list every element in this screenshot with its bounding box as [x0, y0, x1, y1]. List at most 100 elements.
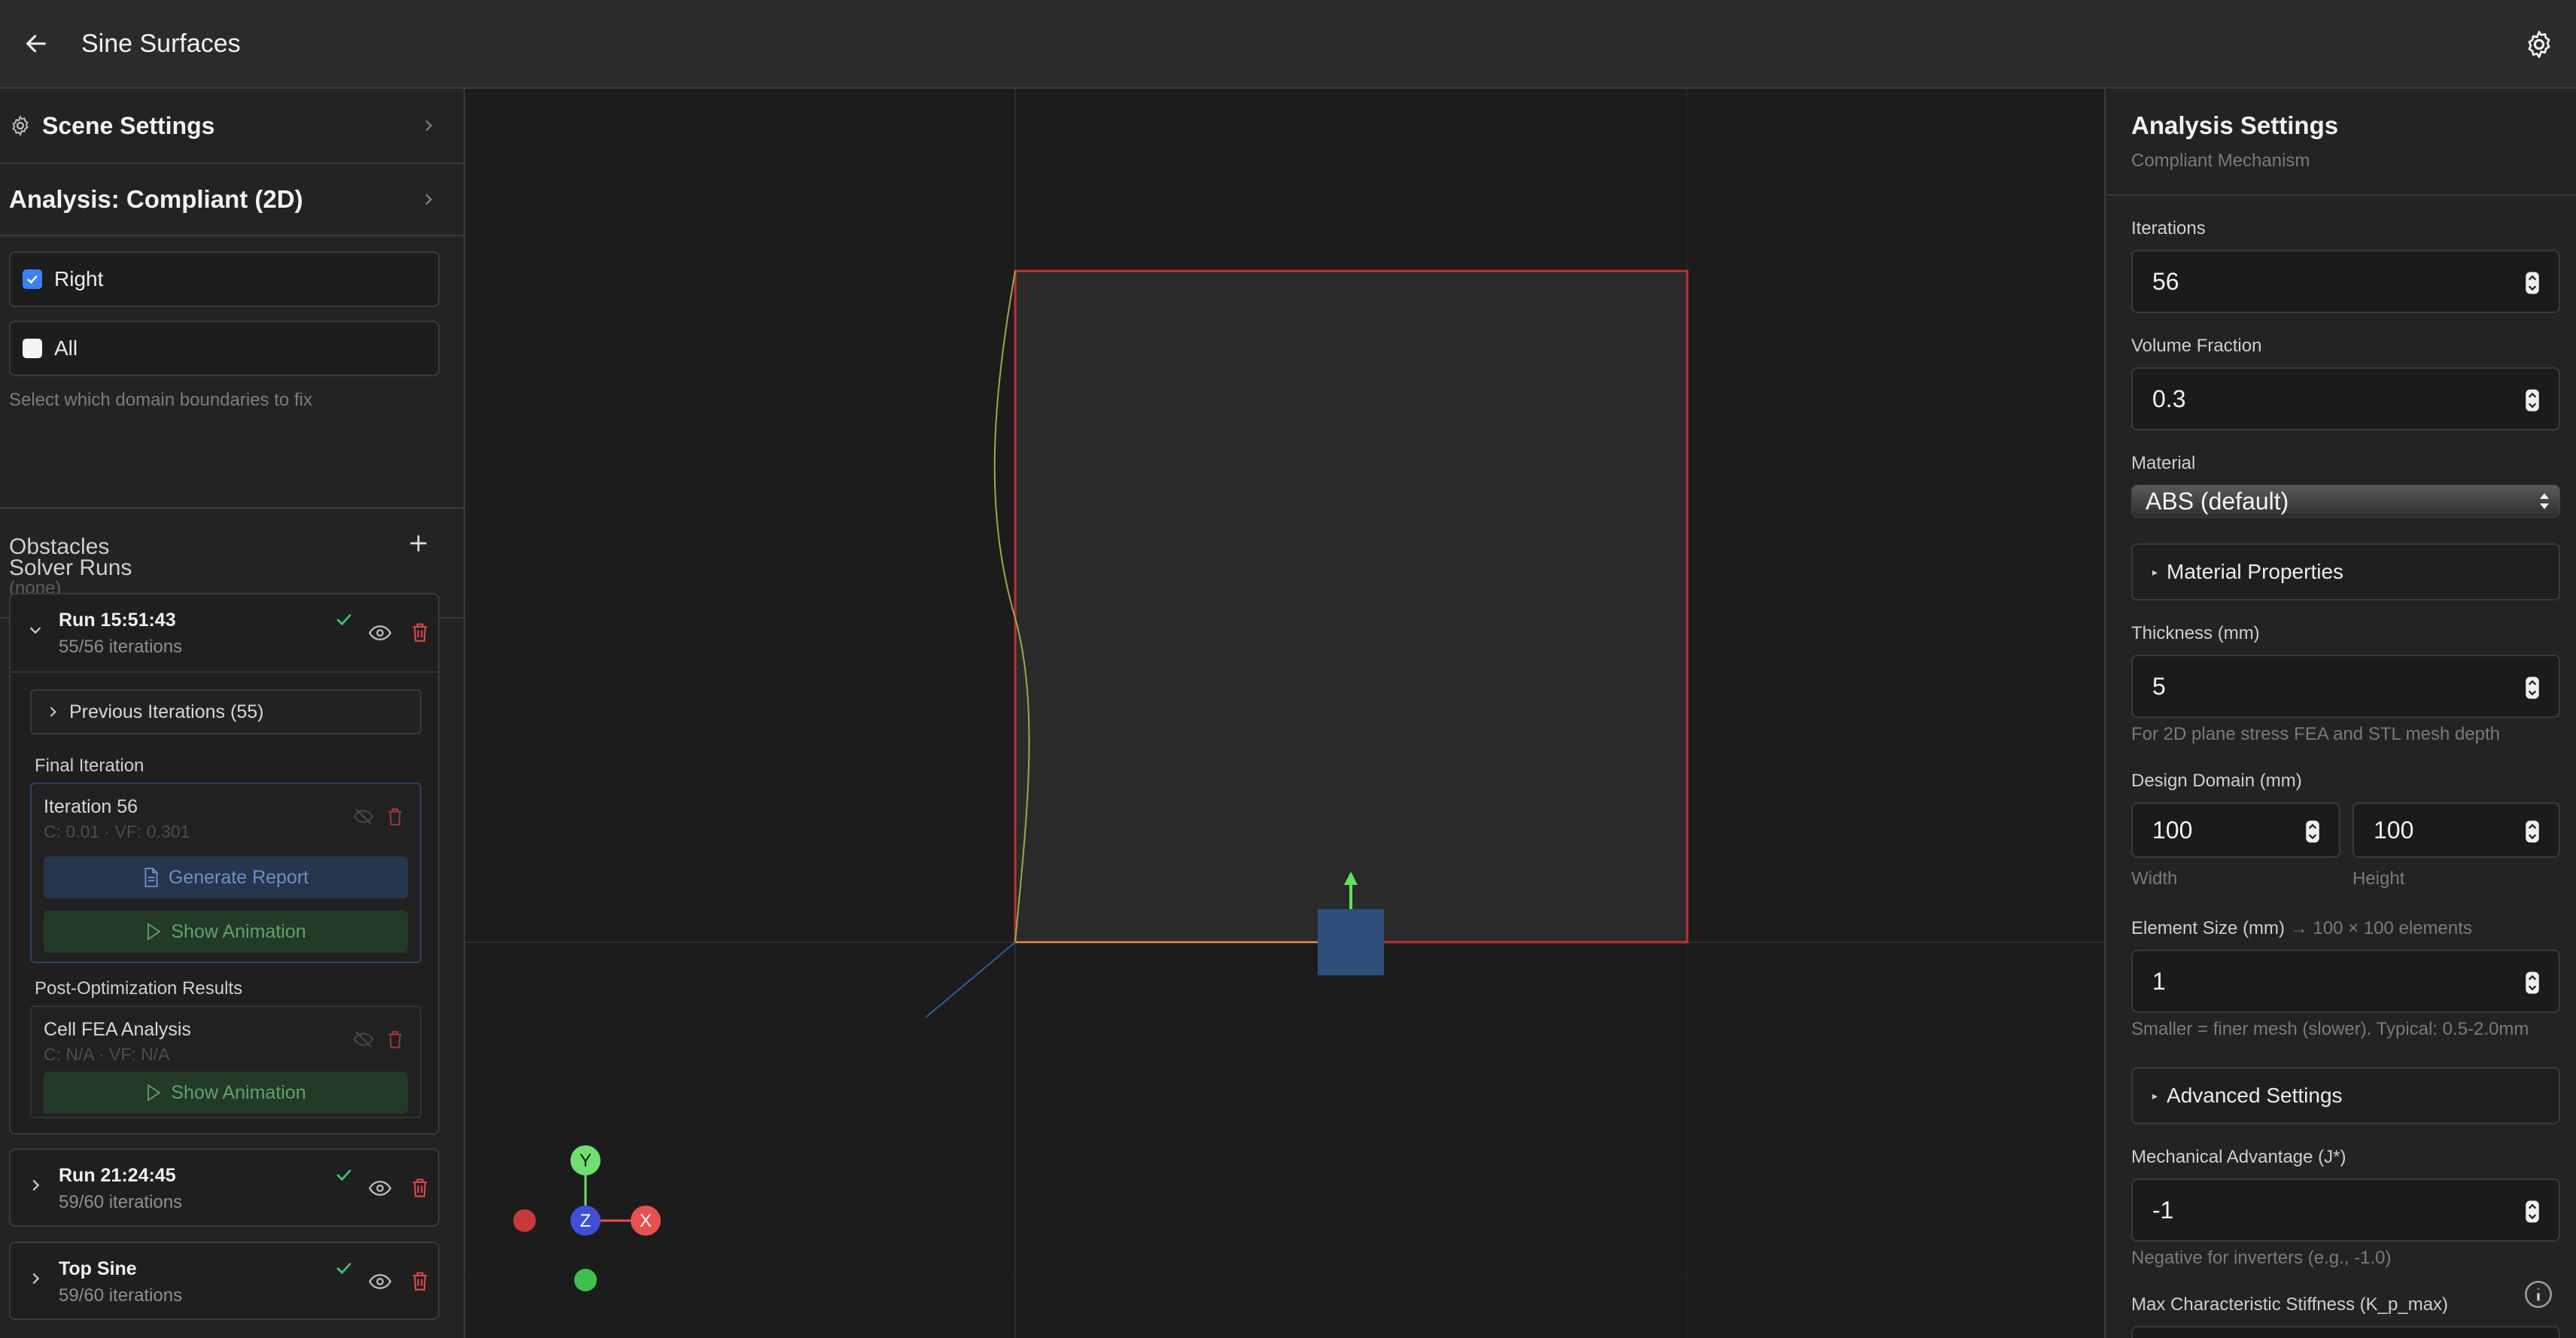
trash-icon[interactable]: [411, 622, 429, 643]
height-value: 100: [2374, 816, 2414, 844]
element-count-note: → 100 × 100 elements: [2289, 918, 2472, 938]
thickness-hint: For 2D plane stress FEA and STL mesh dep…: [2131, 724, 2501, 744]
gear-icon: [12, 114, 29, 137]
disclosure-triangle-icon: ▸: [2152, 565, 2158, 578]
info-icon[interactable]: [2523, 1279, 2553, 1309]
post-result-card[interactable]: Cell FEA Analysis C: N/A · VF: N/A Show …: [30, 1005, 421, 1118]
trash-icon[interactable]: [411, 1270, 429, 1291]
app-title: Sine Surfaces: [81, 29, 241, 58]
eye-off-icon[interactable]: [354, 1031, 373, 1048]
stepper-icon[interactable]: [2524, 820, 2541, 844]
checkbox-checked-icon: [23, 269, 42, 289]
add-obstacle-button[interactable]: [406, 531, 430, 555]
load-block[interactable]: [1318, 909, 1384, 975]
generate-report-button[interactable]: Generate Report: [44, 856, 408, 899]
mechanical-advantage-value: -1: [2152, 1196, 2174, 1224]
material-value: ABS (default): [2146, 487, 2289, 515]
run-iterations: 59/60 iterations: [59, 1192, 183, 1212]
material-label: Material: [2131, 453, 2196, 473]
material-select[interactable]: ABS (default): [2131, 485, 2560, 518]
chevron-right-icon: [425, 193, 433, 205]
scene-canvas[interactable]: Y X Z: [465, 89, 2104, 1338]
chevron-right-icon[interactable]: [27, 1177, 44, 1194]
axis-gizmo[interactable]: Y X Z: [513, 1145, 661, 1291]
material-properties-toggle[interactable]: ▸ Material Properties: [2131, 543, 2560, 601]
advanced-settings-label: Advanced Settings: [2167, 1084, 2343, 1107]
stepper-icon[interactable]: [2524, 271, 2541, 295]
post-optimization-label: Post-Optimization Results: [35, 978, 243, 999]
eye-icon[interactable]: [369, 1272, 391, 1291]
trash-icon[interactable]: [387, 807, 403, 826]
solver-run-card[interactable]: Run 21:24:45 59/60 iterations: [9, 1148, 439, 1227]
gizmo-neg-x[interactable]: [513, 1209, 536, 1232]
eye-icon[interactable]: [369, 623, 391, 643]
eye-off-icon[interactable]: [354, 808, 373, 825]
top-bar: Sine Surfaces: [0, 0, 2576, 89]
iterations-input[interactable]: 56: [2131, 250, 2560, 313]
trash-icon[interactable]: [411, 1177, 429, 1198]
stepper-icon[interactable]: [2524, 388, 2541, 412]
max-stiffness-input[interactable]: [2131, 1326, 2560, 1338]
stepper-icon[interactable]: [2304, 820, 2321, 844]
gizmo-z-label: Z: [580, 1211, 592, 1231]
run-name: Run 15:51:43: [59, 610, 176, 631]
run-name: Run 21:24:45: [59, 1165, 176, 1186]
stepper-icon[interactable]: [2524, 676, 2541, 700]
panel-title: Analysis Settings: [2131, 111, 2339, 139]
element-size-input[interactable]: 1: [2131, 950, 2560, 1013]
scene-settings-header[interactable]: Scene Settings: [0, 89, 464, 164]
panel-subtitle: Compliant Mechanism: [2131, 151, 2310, 171]
volume-fraction-label: Volume Fraction: [2131, 336, 2262, 356]
trash-icon[interactable]: [387, 1029, 403, 1049]
gear-icon: [2528, 30, 2550, 59]
scene-settings-label: Scene Settings: [42, 111, 215, 139]
volume-fraction-value: 0.3: [2152, 385, 2186, 412]
arrow-left-icon: [26, 35, 46, 53]
final-iteration-card[interactable]: Iteration 56 C: 0.01 · VF: 0.301 Generat…: [30, 783, 421, 963]
boundary-all-checkbox[interactable]: All: [9, 321, 439, 376]
play-icon: [148, 1084, 161, 1102]
previous-iterations-toggle[interactable]: Previous Iterations (55): [30, 689, 421, 734]
stepper-icon[interactable]: [2524, 1200, 2541, 1224]
show-animation-button[interactable]: Show Animation: [44, 911, 408, 953]
run-iterations: 55/56 iterations: [59, 637, 183, 657]
play-icon: [148, 923, 161, 941]
show-animation-label: Show Animation: [171, 1081, 306, 1103]
analysis-label: Analysis: Compliant (2D): [9, 185, 303, 213]
height-input[interactable]: 100: [2352, 802, 2560, 858]
width-label: Width: [2131, 868, 2178, 889]
material-properties-label: Material Properties: [2167, 560, 2344, 583]
chevron-down-icon[interactable]: [27, 622, 44, 638]
gizmo-y-label: Y: [579, 1151, 592, 1171]
analysis-header[interactable]: Analysis: Compliant (2D): [0, 164, 464, 236]
boundary-right-checkbox[interactable]: Right: [9, 251, 439, 307]
mechanical-advantage-input[interactable]: -1: [2131, 1178, 2560, 1242]
back-button[interactable]: [21, 29, 51, 59]
chevron-right-icon: [50, 707, 56, 717]
advanced-settings-toggle[interactable]: ▸ Advanced Settings: [2131, 1067, 2560, 1124]
element-size-hint: Smaller = finer mesh (slower). Typical: …: [2131, 1019, 2529, 1039]
show-animation-label: Show Animation: [171, 920, 306, 942]
element-size-value: 1: [2152, 967, 2166, 995]
width-input[interactable]: 100: [2131, 802, 2340, 858]
gizmo-neg-y[interactable]: [574, 1269, 597, 1291]
solver-run-card: Run 15:51:43 55/56 iterations Previous I…: [9, 593, 439, 1135]
width-value: 100: [2152, 816, 2193, 844]
stepper-icon[interactable]: [2524, 971, 2541, 995]
3d-viewport[interactable]: Y X Z: [465, 89, 2104, 1338]
eye-icon[interactable]: [369, 1178, 391, 1198]
check-icon: [336, 1169, 351, 1181]
thickness-input[interactable]: 5: [2131, 655, 2560, 718]
left-sidebar: Scene Settings Analysis: Compliant (2D) …: [0, 89, 465, 1338]
volume-fraction-input[interactable]: 0.3: [2131, 367, 2560, 430]
settings-button[interactable]: [2523, 29, 2555, 60]
solver-run-card[interactable]: Top Sine 59/60 iterations: [9, 1242, 439, 1320]
check-icon: [336, 1262, 351, 1275]
design-domain[interactable]: [1014, 269, 1689, 944]
boundaries-section: Right All Select which domain boundaries…: [0, 236, 464, 509]
show-animation-button[interactable]: Show Animation: [44, 1072, 408, 1114]
run-name: Top Sine: [59, 1258, 137, 1279]
chevron-right-icon[interactable]: [27, 1270, 44, 1287]
boundaries-hint: Select which domain boundaries to fix: [9, 390, 312, 410]
z-axis-line: [925, 941, 1016, 1018]
